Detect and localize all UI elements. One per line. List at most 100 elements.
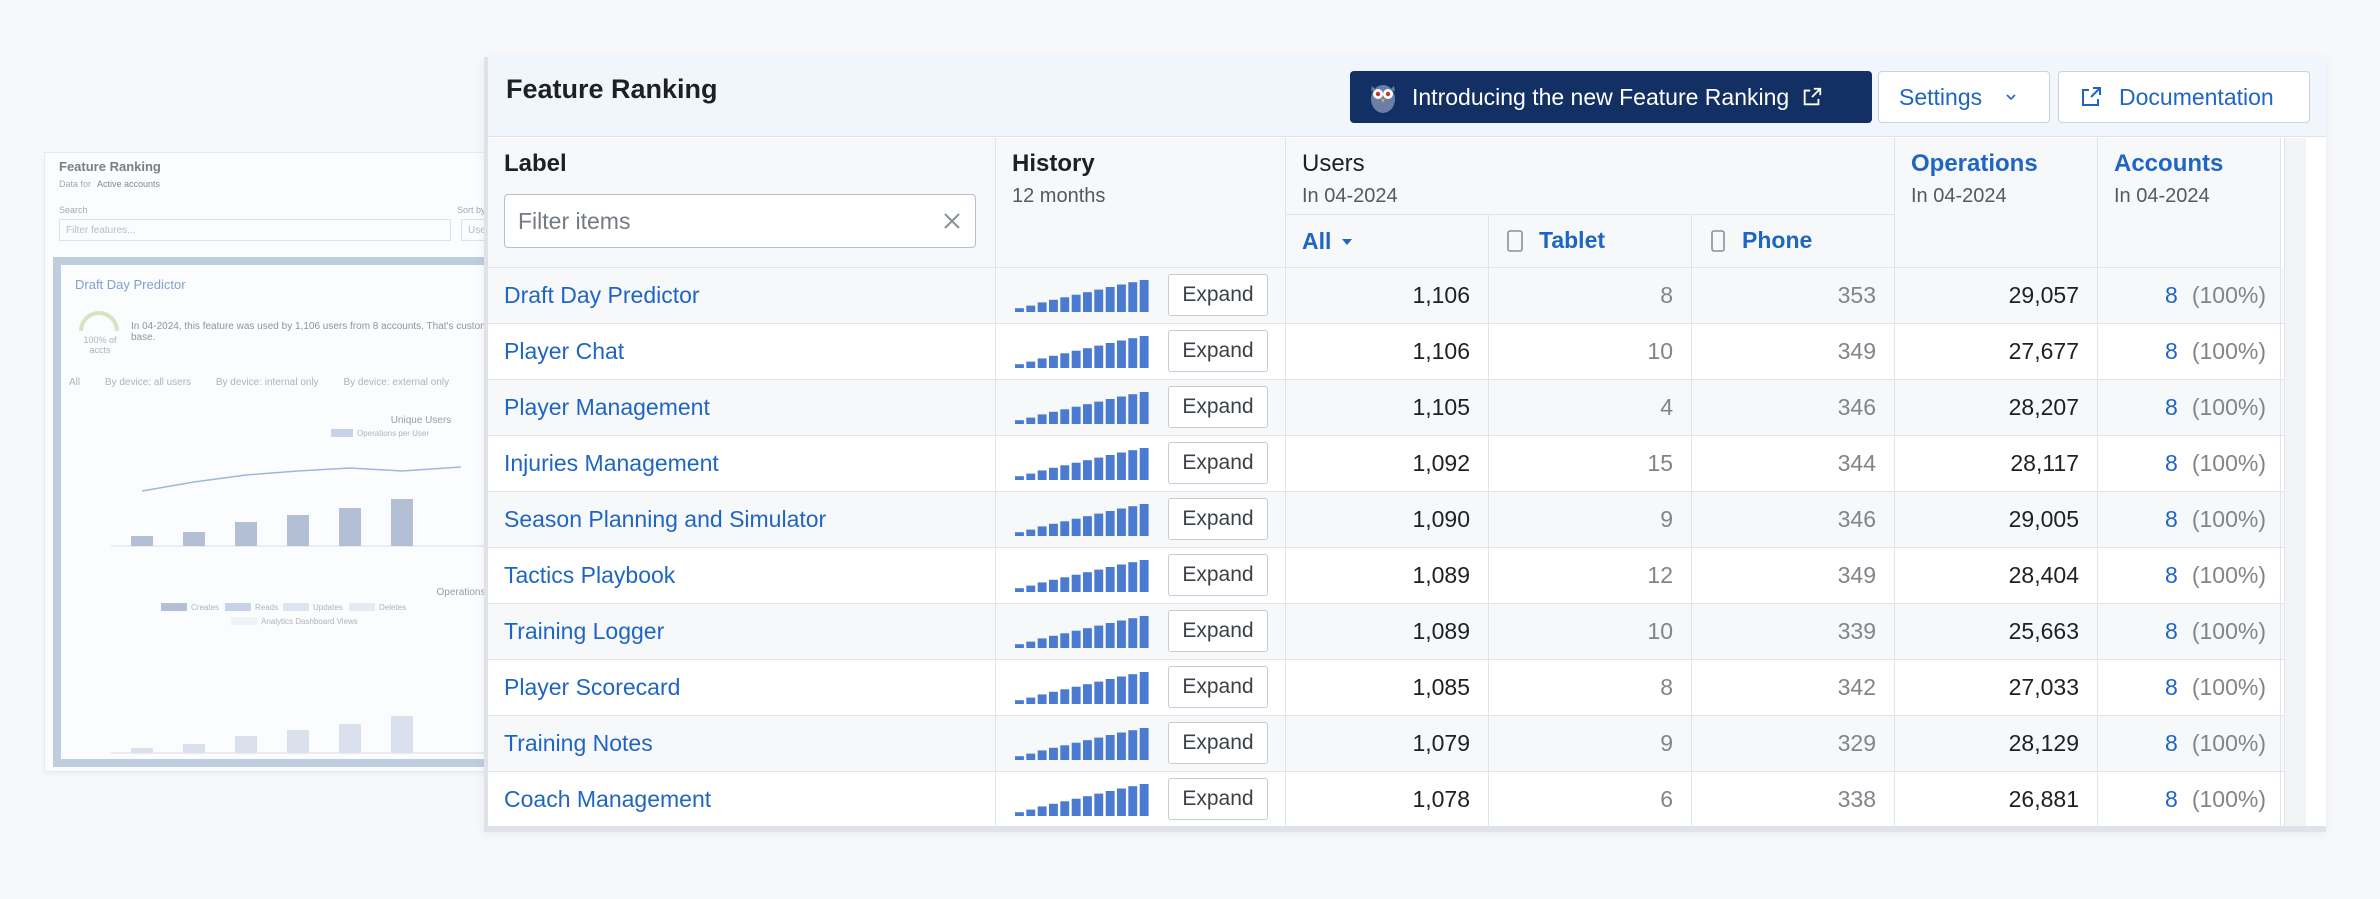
feature-label-link[interactable]: Season Planning and Simulator — [488, 492, 996, 547]
users-tablet-value: 8 — [1489, 268, 1692, 323]
feature-label-link[interactable]: Injuries Management — [488, 436, 996, 491]
preview-chart2-legend: Deletes — [379, 603, 406, 612]
accounts-column-header[interactable]: Accounts In 04-2024 — [2098, 138, 2281, 268]
expand-button[interactable]: Expand — [1168, 442, 1268, 484]
preview-chart2-swatch — [231, 617, 257, 625]
preview-chart1-swatch — [331, 429, 353, 437]
history-bar — [1026, 417, 1036, 424]
accounts-count-link[interactable]: 8 — [2165, 282, 2178, 309]
feature-label-link[interactable]: Player Management — [488, 380, 996, 435]
users-all-value: 1,090 — [1286, 492, 1489, 547]
history-bar — [1083, 292, 1092, 312]
history-bar — [1049, 355, 1058, 368]
preview-bar — [131, 536, 153, 546]
users-all-value: 1,106 — [1286, 324, 1489, 379]
tablet-header-text: Tablet — [1539, 227, 1606, 253]
history-bar — [1037, 414, 1047, 424]
users-tablet-header[interactable]: Tablet — [1489, 215, 1692, 268]
users-phone-value: 338 — [1692, 772, 1895, 826]
preview-chart2-swatch — [225, 603, 251, 611]
preview-description: In 04-2024, this feature was used by 1,1… — [131, 321, 498, 343]
history-bar — [1015, 420, 1024, 424]
accounts-count-link[interactable]: 8 — [2165, 338, 2178, 365]
history-bar — [1094, 401, 1104, 424]
preview-data-for-label: Data for — [59, 179, 92, 189]
expand-button[interactable]: Expand — [1168, 498, 1268, 540]
users-tablet-value: 4 — [1489, 380, 1692, 435]
accounts-percent: (100%) — [2191, 786, 2266, 812]
table-scrollbar[interactable] — [2284, 138, 2306, 826]
feature-label-link[interactable]: Training Notes — [488, 716, 996, 771]
history-sparkline — [1015, 560, 1149, 592]
table-row: Season Planning and Simulator Expand 1,090… — [488, 492, 2306, 548]
expand-button[interactable]: Expand — [1168, 722, 1268, 764]
history-bar — [1049, 523, 1058, 536]
users-all-value: 1,078 — [1286, 772, 1489, 826]
users-header-sub: In 04-2024 — [1302, 185, 1398, 207]
table-row: Coach Management Expand 1,078 6 338 26,881 8 (1… — [488, 772, 2306, 826]
history-bar — [1015, 644, 1024, 648]
expand-button[interactable]: Expand — [1168, 666, 1268, 708]
filter-items-input[interactable] — [505, 195, 925, 247]
history-column-header: History 12 months — [996, 138, 1286, 268]
expand-button[interactable]: Expand — [1168, 778, 1268, 820]
history-bar — [1139, 728, 1149, 760]
preview-stack — [183, 744, 205, 753]
introducing-new-feature-ranking-button[interactable]: Introducing the new Feature Ranking — [1350, 71, 1872, 123]
operations-column-header[interactable]: Operations In 04-2024 — [1895, 138, 2098, 268]
feature-label-link[interactable]: Tactics Playbook — [488, 548, 996, 603]
history-bar — [1105, 791, 1115, 816]
users-all-header[interactable]: All — [1286, 215, 1489, 268]
accounts-count-link[interactable]: 8 — [2165, 562, 2178, 589]
accounts-count-link[interactable]: 8 — [2165, 506, 2178, 533]
table-row: Draft Day Predictor Expand 1,106 8 353 29,057… — [488, 268, 2306, 324]
history-bar — [1015, 588, 1024, 592]
accounts-count-link[interactable]: 8 — [2165, 394, 2178, 421]
settings-button[interactable]: Settings — [1878, 71, 2050, 123]
accounts-count-link[interactable]: 8 — [2165, 786, 2178, 813]
accounts-count-link[interactable]: 8 — [2165, 674, 2178, 701]
preview-stack — [287, 730, 309, 753]
users-tablet-value: 6 — [1489, 772, 1692, 826]
clear-filter-icon[interactable] — [941, 210, 963, 232]
feature-label-link[interactable]: Player Chat — [488, 324, 996, 379]
expand-button[interactable]: Expand — [1168, 610, 1268, 652]
history-sparkline — [1015, 672, 1149, 704]
users-phone-value: 346 — [1692, 492, 1895, 547]
history-bar — [1094, 513, 1104, 536]
users-phone-header[interactable]: Phone — [1692, 215, 1895, 268]
preview-feature-title: Draft Day Predictor — [75, 277, 186, 292]
expand-button[interactable]: Expand — [1168, 386, 1268, 428]
history-bar — [1060, 801, 1070, 816]
documentation-button[interactable]: Documentation — [2058, 71, 2310, 123]
accounts-percent: (100%) — [2191, 450, 2266, 476]
expand-button[interactable]: Expand — [1168, 274, 1268, 316]
accounts-count-link[interactable]: 8 — [2165, 450, 2178, 477]
history-bar — [1139, 448, 1149, 480]
history-bar — [1128, 674, 1138, 704]
users-phone-value: 346 — [1692, 380, 1895, 435]
accounts-count-link[interactable]: 8 — [2165, 730, 2178, 757]
feature-label-link[interactable]: Coach Management — [488, 772, 996, 826]
history-bar — [1060, 353, 1070, 368]
operations-value: 26,881 — [1895, 772, 2098, 826]
history-cell: Expand — [996, 380, 1286, 435]
history-bar — [1105, 455, 1115, 480]
history-bar — [1128, 562, 1138, 592]
history-bar — [1071, 462, 1081, 480]
history-bar — [1139, 392, 1149, 424]
history-bar — [1139, 672, 1149, 704]
history-bar — [1139, 616, 1149, 648]
accounts-cell: 8 (100%) — [2098, 380, 2281, 435]
expand-button[interactable]: Expand — [1168, 554, 1268, 596]
page-title: Feature Ranking — [506, 74, 718, 104]
preview-users-chart: Unique Users Operations per User — [111, 415, 501, 547]
feature-label-link[interactable]: Draft Day Predictor — [488, 268, 996, 323]
users-tablet-value: 15 — [1489, 436, 1692, 491]
feature-label-link[interactable]: Training Logger — [488, 604, 996, 659]
history-cell: Expand — [996, 604, 1286, 659]
feature-label-link[interactable]: Player Scorecard — [488, 660, 996, 715]
accounts-percent: (100%) — [2191, 674, 2266, 700]
accounts-count-link[interactable]: 8 — [2165, 618, 2178, 645]
expand-button[interactable]: Expand — [1168, 330, 1268, 372]
